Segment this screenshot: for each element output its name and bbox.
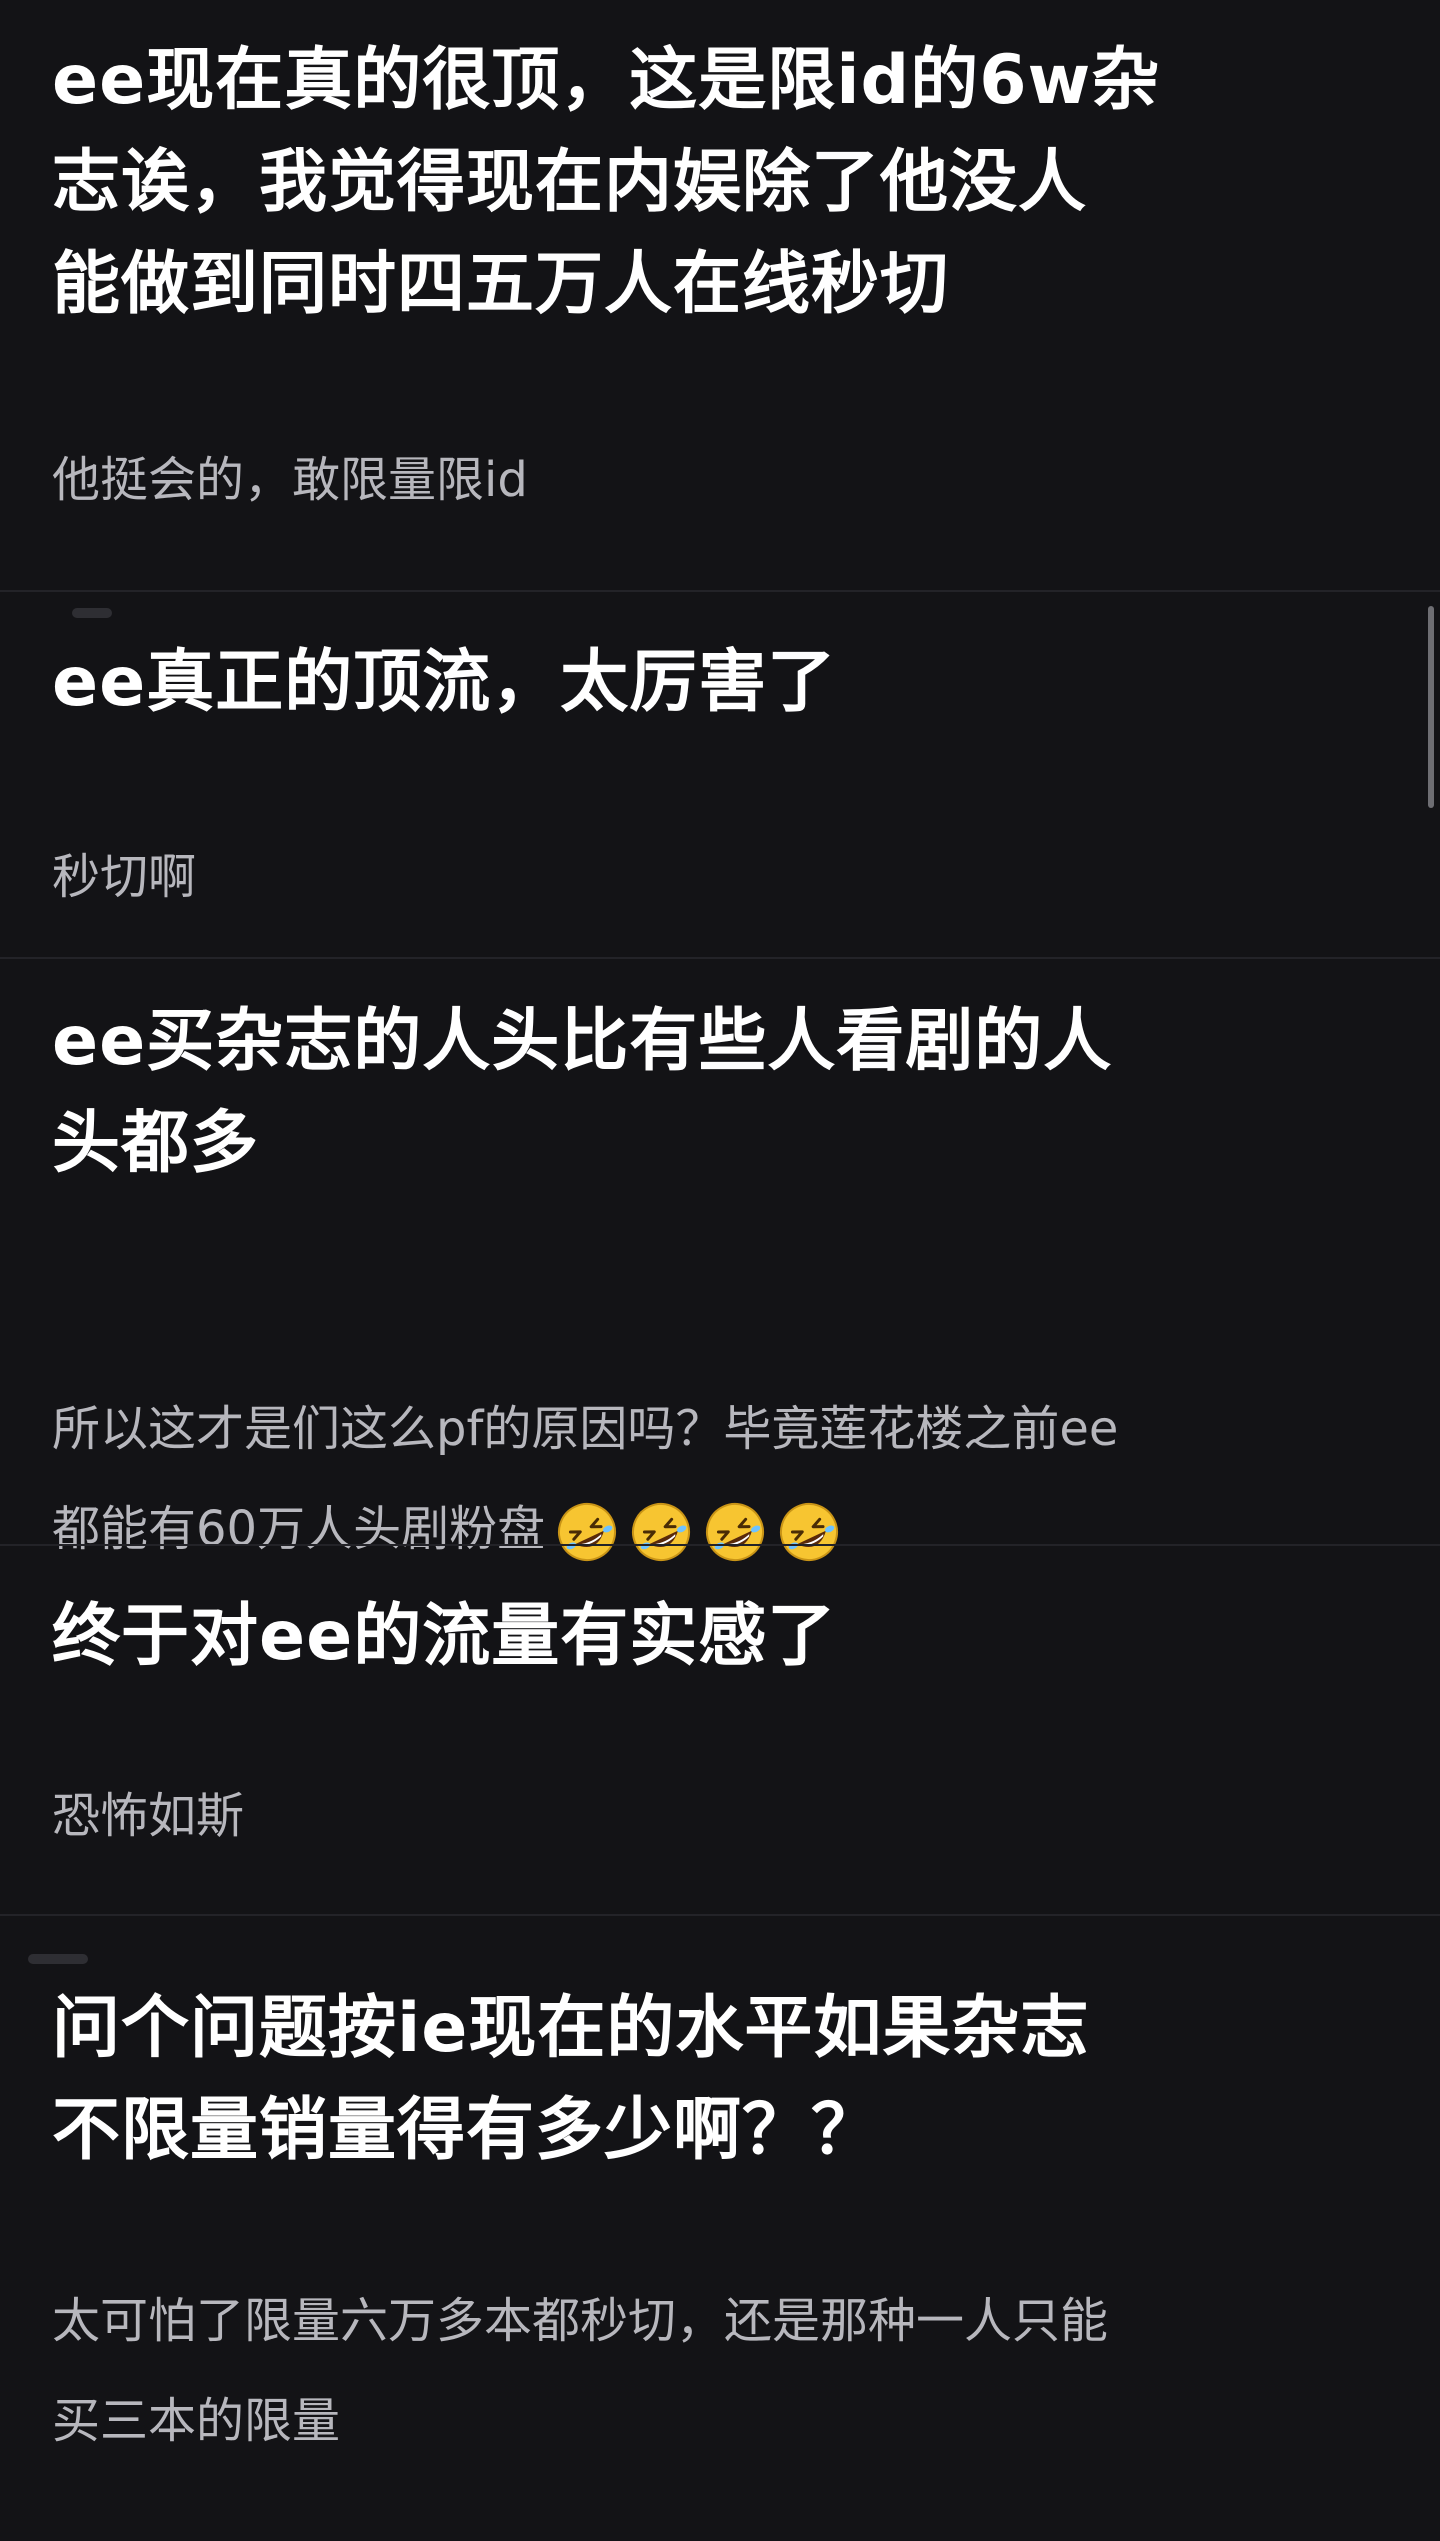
post-item[interactable]: ee现在真的很顶，这是限id的6w杂 志诶，我觉得现在内娱除了他没人 能做到同时… [0,0,1440,590]
post-title: ee真正的顶流，太厉害了 [52,643,837,722]
post-reply: 太可怕了限量六万多本都秒切，还是那种一人只能 买三本的限量 [52,2293,1109,2449]
post-title: ee买杂志的人头比有些人看剧的人 头都多 [52,1002,1113,1183]
post-title: 终于对ee的流量有实感了 [52,1597,837,1676]
post-title: 问个问题按ie现在的水平如果杂志 不限量销量得有多少啊？？ [52,1989,1090,2170]
post-title: ee现在真的很顶，这是限id的6w杂 志诶，我觉得现在内娱除了他没人 能做到同时… [52,41,1161,324]
scrollbar[interactable] [1428,606,1434,808]
post-item[interactable]: 问个问题按ie现在的水平如果杂志 不限量销量得有多少啊？？ 太可怕了限量六万多本… [0,1916,1440,2541]
post-reply: 恐怖如斯 [52,1788,245,1844]
post-item[interactable]: ee买杂志的人头比有些人看剧的人 头都多 所以这才是们这么pf的原因吗？毕竟莲花… [0,959,1440,1561]
comment-feed: ee现在真的很顶，这是限id的6w杂 志诶，我觉得现在内娱除了他没人 能做到同时… [0,0,1440,2541]
post-item[interactable]: ee真正的顶流，太厉害了 秒切啊 [0,592,1440,957]
post-reply: 所以这才是们这么pf的原因吗？毕竟莲花楼之前ee 都能有60万人头剧粉盘 [52,1279,1392,1579]
blurred-avatar-mark [28,1954,88,1964]
blurred-avatar-mark [72,608,112,618]
post-item[interactable]: 终于对ee的流量有实感了 恐怖如斯 [0,1546,1440,1914]
post-reply: 他挺会的，敢限量限id [52,452,528,508]
post-reply: 秒切啊 [52,849,197,905]
